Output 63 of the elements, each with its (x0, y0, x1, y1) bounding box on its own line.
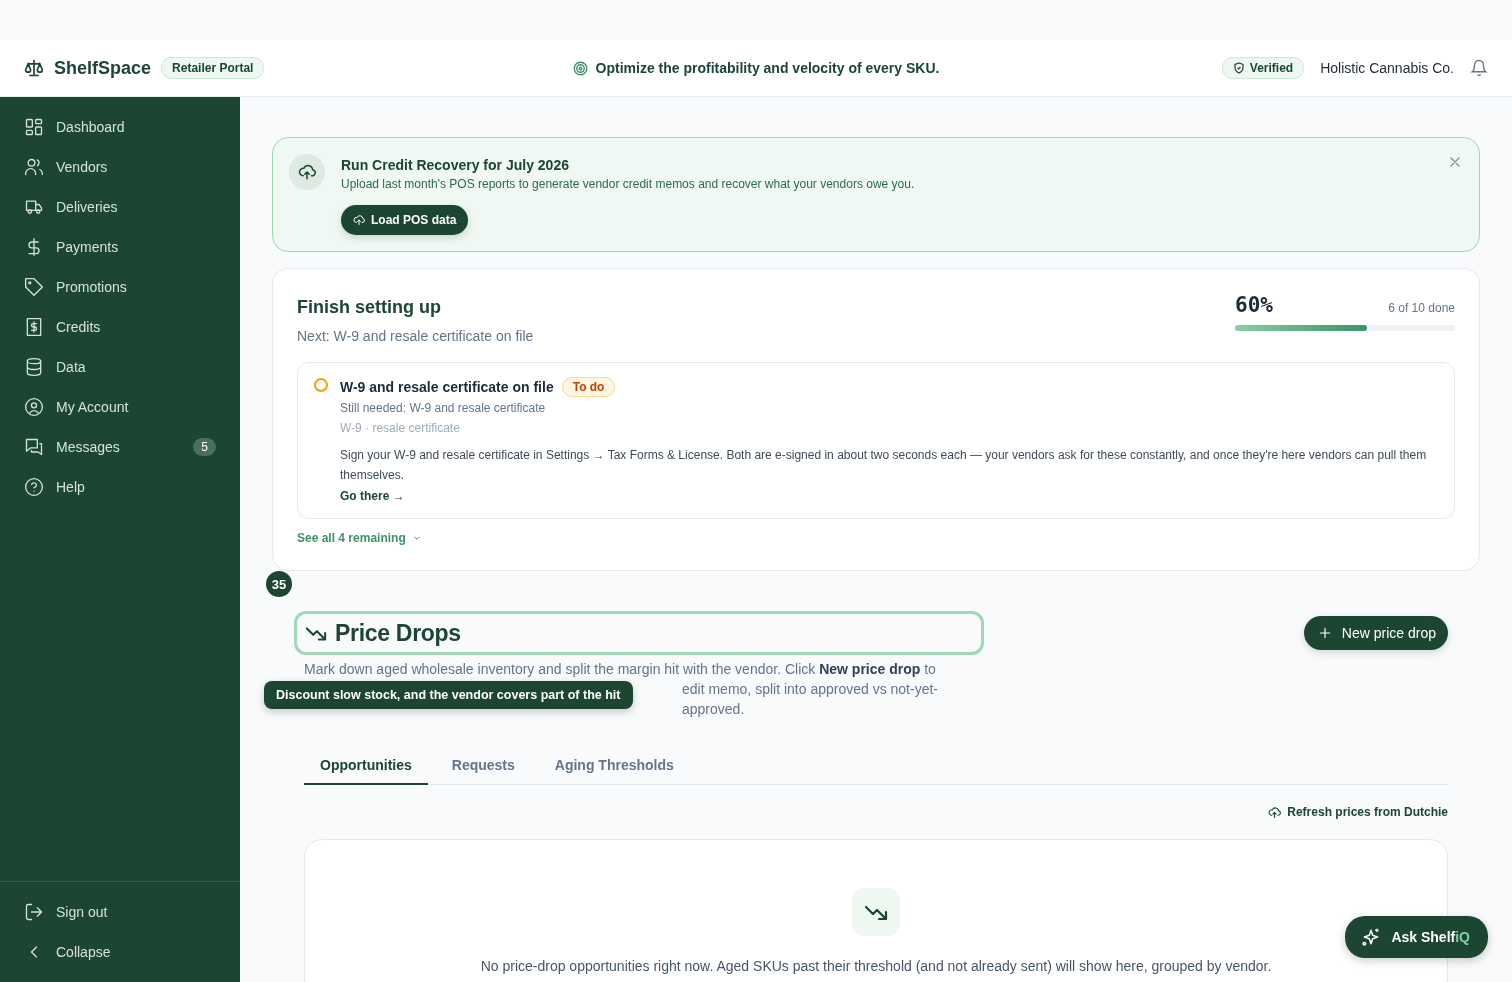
progress-count: 6 of 10 done (1388, 301, 1455, 315)
tab[interactable]: Opportunities (304, 749, 428, 785)
sidebar-item[interactable]: Messages 5 (0, 427, 240, 467)
see-all-link[interactable]: See all 4 remaining (297, 531, 422, 545)
bell-icon[interactable] (1470, 59, 1488, 77)
task-tags: W-9 · resale certificate (340, 421, 1438, 435)
sidebar-item[interactable]: Payments (0, 227, 240, 267)
chat-icon (24, 437, 44, 457)
ask-assistant-button[interactable]: Ask ShelfiQ (1345, 916, 1488, 958)
company-name: Holistic Cannabis Co. (1320, 60, 1454, 76)
tab[interactable]: Requests (435, 749, 531, 785)
cloud-upload-icon (1268, 805, 1282, 819)
sidebar-item[interactable]: Help (0, 467, 240, 507)
task-title: W-9 and resale certificate on file (340, 379, 554, 395)
status-badge: To do (561, 377, 616, 397)
sparkle-icon (1361, 927, 1382, 947)
banner-text: Upload last month's POS reports to generate vendor credit memos and recover what your vendors owe you. (341, 177, 915, 191)
receipt-icon (24, 317, 44, 337)
sidebar-item[interactable]: Dashboard (0, 107, 240, 147)
load-pos-button[interactable]: Load POS data (341, 205, 469, 235)
tour-step-badge: 35 (266, 571, 292, 597)
tag-icon (24, 277, 44, 297)
banner-title: Run Credit Recovery for July 2026 (341, 157, 570, 173)
sidebar-item[interactable]: Collapse (0, 932, 240, 972)
page-description: edit memo, split into approved vs not-yet-approved. (682, 680, 939, 719)
portal-badge: Retailer Portal (161, 57, 265, 79)
target-icon (572, 60, 588, 76)
empty-state-text: No price-drop opportunities right now. Aged SKUs past their threshold (and not already sent) will show here, grouped by vendor. (480, 958, 1272, 974)
refresh-link[interactable]: Refresh prices from Dutchie (1268, 805, 1448, 819)
sidebar-item[interactable]: Deliveries (0, 187, 240, 227)
new-price-drop-button[interactable]: New price drop (1303, 616, 1448, 650)
sign-out-icon (24, 902, 44, 922)
cloud-upload-icon (353, 214, 365, 226)
sidebar-item[interactable]: Sign out (0, 892, 240, 932)
grid-icon (24, 117, 44, 137)
task-description: Sign your W-9 and resale certificate in Settings → Tax Forms & License. Both are e-signed in about two seconds each — your vendors ask for these constantly, and once they're here vendors can pull them themselves. (340, 447, 1428, 484)
sidebar-item[interactable]: Vendors (0, 147, 240, 187)
tooltip: Discount slow stock, and the vendor covers part of the hit (264, 681, 633, 709)
page-title: Price Drops (335, 619, 461, 647)
go-there-link[interactable]: Go there → (340, 489, 405, 503)
sidebar-item[interactable]: Credits (0, 307, 240, 347)
sidebar-item[interactable]: Promotions (0, 267, 240, 307)
unread-count: 5 (193, 438, 216, 456)
cloud-upload-icon (298, 163, 316, 181)
balance-scale-icon (24, 58, 44, 78)
task-checkbox[interactable] (314, 378, 328, 392)
users-icon (24, 157, 44, 177)
page-description: Mark down aged wholesale inventory and split the margin hit with the vendor. Click New price drop to (304, 660, 937, 679)
tab[interactable]: Aging Thresholds (538, 749, 690, 785)
brand-name[interactable]: ShelfSpace (54, 57, 152, 79)
task-requirement: Still needed: W-9 and resale certificate (340, 401, 547, 415)
setup-title: Finish setting up (297, 297, 442, 318)
setup-next-step: Next: W-9 and resale certificate on file (297, 328, 534, 344)
close-icon[interactable] (1449, 156, 1461, 168)
tagline: Optimize the profitability and velocity of every SKU. (595, 60, 940, 76)
verified-badge: Verified (1221, 57, 1305, 79)
sidebar-item[interactable]: My Account (0, 387, 240, 427)
database-icon (24, 357, 44, 377)
user-circle-icon (24, 397, 44, 417)
progress-percent: 60% (1235, 293, 1273, 317)
sidebar-item[interactable]: Data (0, 347, 240, 387)
plus-icon (1317, 626, 1332, 640)
help-icon (24, 477, 44, 497)
